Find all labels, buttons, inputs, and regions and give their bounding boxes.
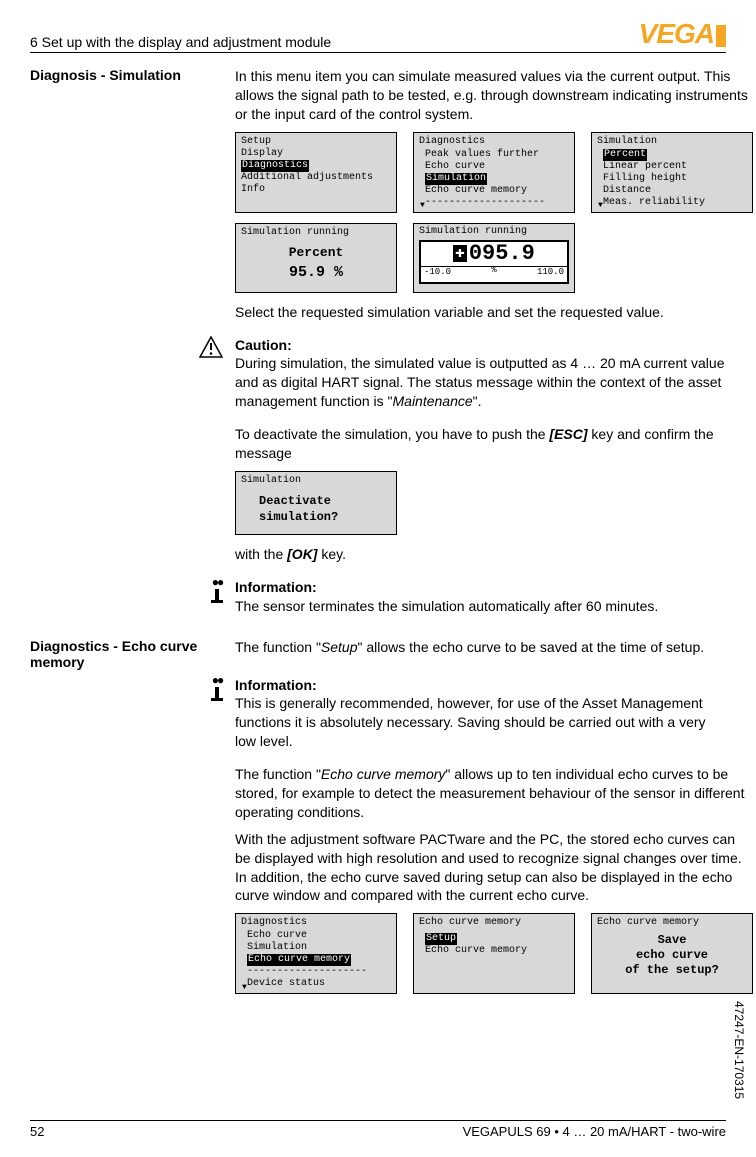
caution-icon bbox=[199, 336, 223, 358]
vega-logo: VEGA bbox=[639, 18, 726, 50]
para-echo-memory: The function "Echo curve memory" allows … bbox=[235, 765, 753, 822]
scroll-down-icon: ▼ bbox=[242, 983, 247, 993]
para-ok-key: with the [OK] key. bbox=[235, 545, 726, 564]
plus-icon: ✚ bbox=[453, 245, 467, 263]
caution-text: Caution: During simulation, the simulate… bbox=[235, 336, 726, 412]
page-footer: 52 VEGAPULS 69 • 4 … 20 mA/HART - two-wi… bbox=[30, 1120, 726, 1139]
section-heading-echo: Diagnostics - Echo curve memory bbox=[30, 638, 225, 670]
para-select-variable: Select the requested simulation variable… bbox=[235, 303, 753, 322]
info-60min: Information: The sensor terminates the s… bbox=[235, 578, 726, 616]
product-name: VEGAPULS 69 • 4 … 20 mA/HART - two-wire bbox=[463, 1124, 726, 1139]
scroll-down-icon: ▼ bbox=[598, 201, 603, 211]
logo-block-icon bbox=[716, 25, 726, 47]
lcd-sim-running-meter: Simulation running ✚095.9 -10.0 % 110.0 bbox=[413, 223, 575, 293]
section-title: 6 Set up with the display and adjustment… bbox=[30, 34, 331, 50]
page-number: 52 bbox=[30, 1124, 44, 1139]
para-echo-setup: The function "Setup" allows the echo cur… bbox=[235, 638, 726, 657]
scroll-down-icon: ▼ bbox=[420, 201, 425, 211]
para-deactivate: To deactivate the simulation, you have t… bbox=[235, 425, 726, 463]
lcd-echo-memory-menu: Echo curve memory Setup Echo curve memor… bbox=[413, 913, 575, 994]
lcd-diagnostics-menu: Diagnostics Peak values further Echo cur… bbox=[413, 132, 575, 213]
lcd-deactivate-prompt: Simulation Deactivate simulation? bbox=[235, 471, 397, 535]
page-header: 6 Set up with the display and adjustment… bbox=[30, 18, 726, 53]
lcd-sim-running-percent: Simulation running Percent 95.9 % bbox=[235, 223, 397, 293]
lcd-simulation-menu: Simulation Percent Linear percent Fillin… bbox=[591, 132, 753, 213]
info-recommended: Information: This is generally recommend… bbox=[235, 676, 726, 752]
para-sim-intro: In this menu item you can simulate measu… bbox=[235, 67, 753, 124]
lcd-diag-echo-menu: Diagnostics Echo curve Simulation Echo c… bbox=[235, 913, 397, 994]
lcd-save-echo-prompt: Echo curve memory Save echo curve of the… bbox=[591, 913, 753, 994]
meter-display: ✚095.9 -10.0 % 110.0 bbox=[419, 240, 569, 284]
document-id-vertical: 47247-EN-170315 bbox=[732, 1001, 746, 1099]
information-icon: ●● bbox=[211, 578, 223, 624]
para-pactware: With the adjustment software PACTware an… bbox=[235, 830, 753, 906]
lcd-main-menu: Setup Display Diagnostics Additional adj… bbox=[235, 132, 397, 213]
section-heading-simulation: Diagnosis - Simulation bbox=[30, 67, 225, 83]
information-icon: ●● bbox=[211, 676, 223, 760]
